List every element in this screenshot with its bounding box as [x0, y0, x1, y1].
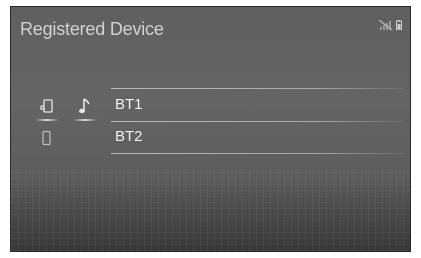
page-title: Registered Device: [20, 19, 164, 39]
list-divider: [111, 121, 403, 122]
audio-connected-icon: [75, 96, 95, 116]
battery-icon: [396, 17, 402, 35]
device-row-bt2[interactable]: BT2: [11, 125, 410, 151]
list-divider: [111, 88, 403, 89]
audio-connected-indicator: [73, 119, 97, 121]
list-divider: [111, 153, 403, 154]
screen-frame: Registered Device BT1 BT2: [10, 6, 411, 252]
no-signal-icon: [378, 17, 393, 35]
phone-icon: [37, 128, 57, 148]
background-mesh: [11, 171, 410, 251]
device-row-bt1[interactable]: BT1: [11, 93, 410, 121]
phone-connected-indicator: [35, 119, 59, 121]
phone-connected-icon: [37, 96, 57, 116]
status-bar: [378, 17, 402, 35]
device-name: BT2: [115, 128, 143, 145]
device-name: BT1: [115, 96, 143, 113]
